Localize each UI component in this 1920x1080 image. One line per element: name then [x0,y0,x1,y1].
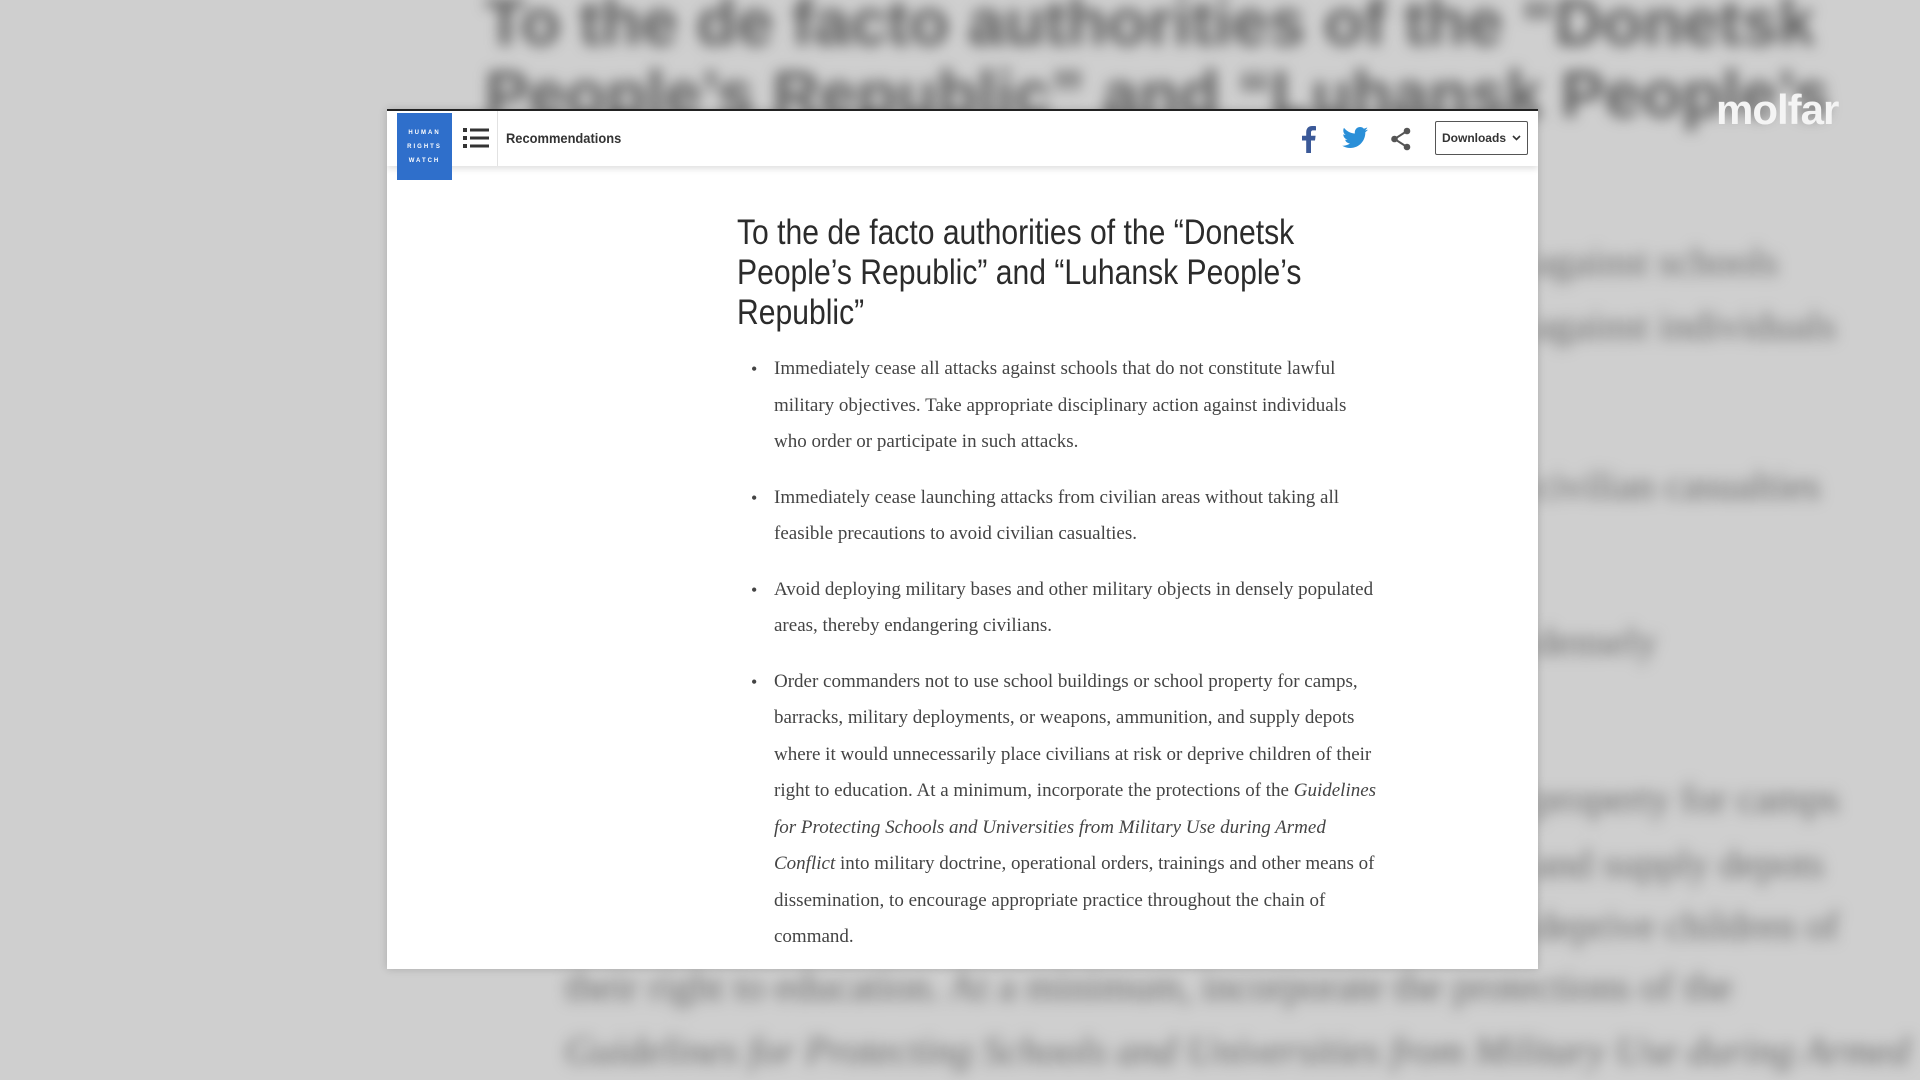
list-item: • Immediately cease launching attacks fr… [737,480,1377,553]
background-text-line: deprive children of [1535,903,1840,948]
list-menu-icon[interactable] [463,127,489,149]
background-text-line: property for camps [1535,776,1840,821]
molfar-watermark: molfar [1716,86,1839,133]
list-item: • Avoid deploying military bases and oth… [737,572,1377,645]
logo-line: HUMAN [408,129,441,136]
top-navigation-bar: HUMAN RIGHTS WATCH Recommendations Downl… [387,111,1538,180]
downloads-label: Downloads [1441,131,1506,145]
background-text-line: their right to education. At a minimum, … [565,964,1733,1009]
background-text-line: and supply depots [1535,841,1824,886]
background-text-line: against schools [1535,239,1779,284]
logo-line: RIGHTS [407,143,442,150]
toolbar-divider [497,111,498,166]
background-text-line: against individuals [1535,303,1837,348]
bullet-icon: • [751,671,758,692]
hrw-logo[interactable]: HUMAN RIGHTS WATCH [397,113,452,180]
list-item: • Order commanders not to use school bui… [737,664,1377,956]
recommendations-list: • Immediately cease all attacks against … [737,351,1377,956]
share-icon[interactable] [1390,127,1412,151]
list-item-text: Immediately cease all attacks against sc… [774,358,1347,452]
background-text-line: Guidelines for Protecting Schools and Un… [565,1028,1911,1073]
bullet-icon: • [751,487,758,508]
chevron-down-icon [1512,135,1521,141]
article-content: To the de facto authorities of the “Done… [737,213,1377,969]
list-item-text: Order commanders not to use school build… [774,670,1372,802]
background-text-line: civilian casualties [1535,463,1821,508]
bullet-icon: • [751,359,758,379]
list-item-text: Avoid deploying military bases and other… [774,578,1374,637]
downloads-button[interactable]: Downloads [1435,121,1528,155]
list-item: • Immediately cease all attacks against … [737,351,1377,461]
twitter-icon[interactable] [1342,126,1368,150]
section-heading: To the de facto authorities of the “Done… [737,213,1302,332]
background-text-line: densely [1535,619,1658,664]
page-screenshot-card: HUMAN RIGHTS WATCH Recommendations Downl… [387,109,1538,969]
list-item-text: into military doctrine, operational orde… [774,853,1375,947]
facebook-icon[interactable] [1299,125,1317,153]
logo-line: WATCH [408,157,441,164]
bullet-icon: • [751,579,758,600]
section-label[interactable]: Recommendations [506,111,621,166]
list-item-text: Immediately cease launching attacks from… [774,486,1340,545]
